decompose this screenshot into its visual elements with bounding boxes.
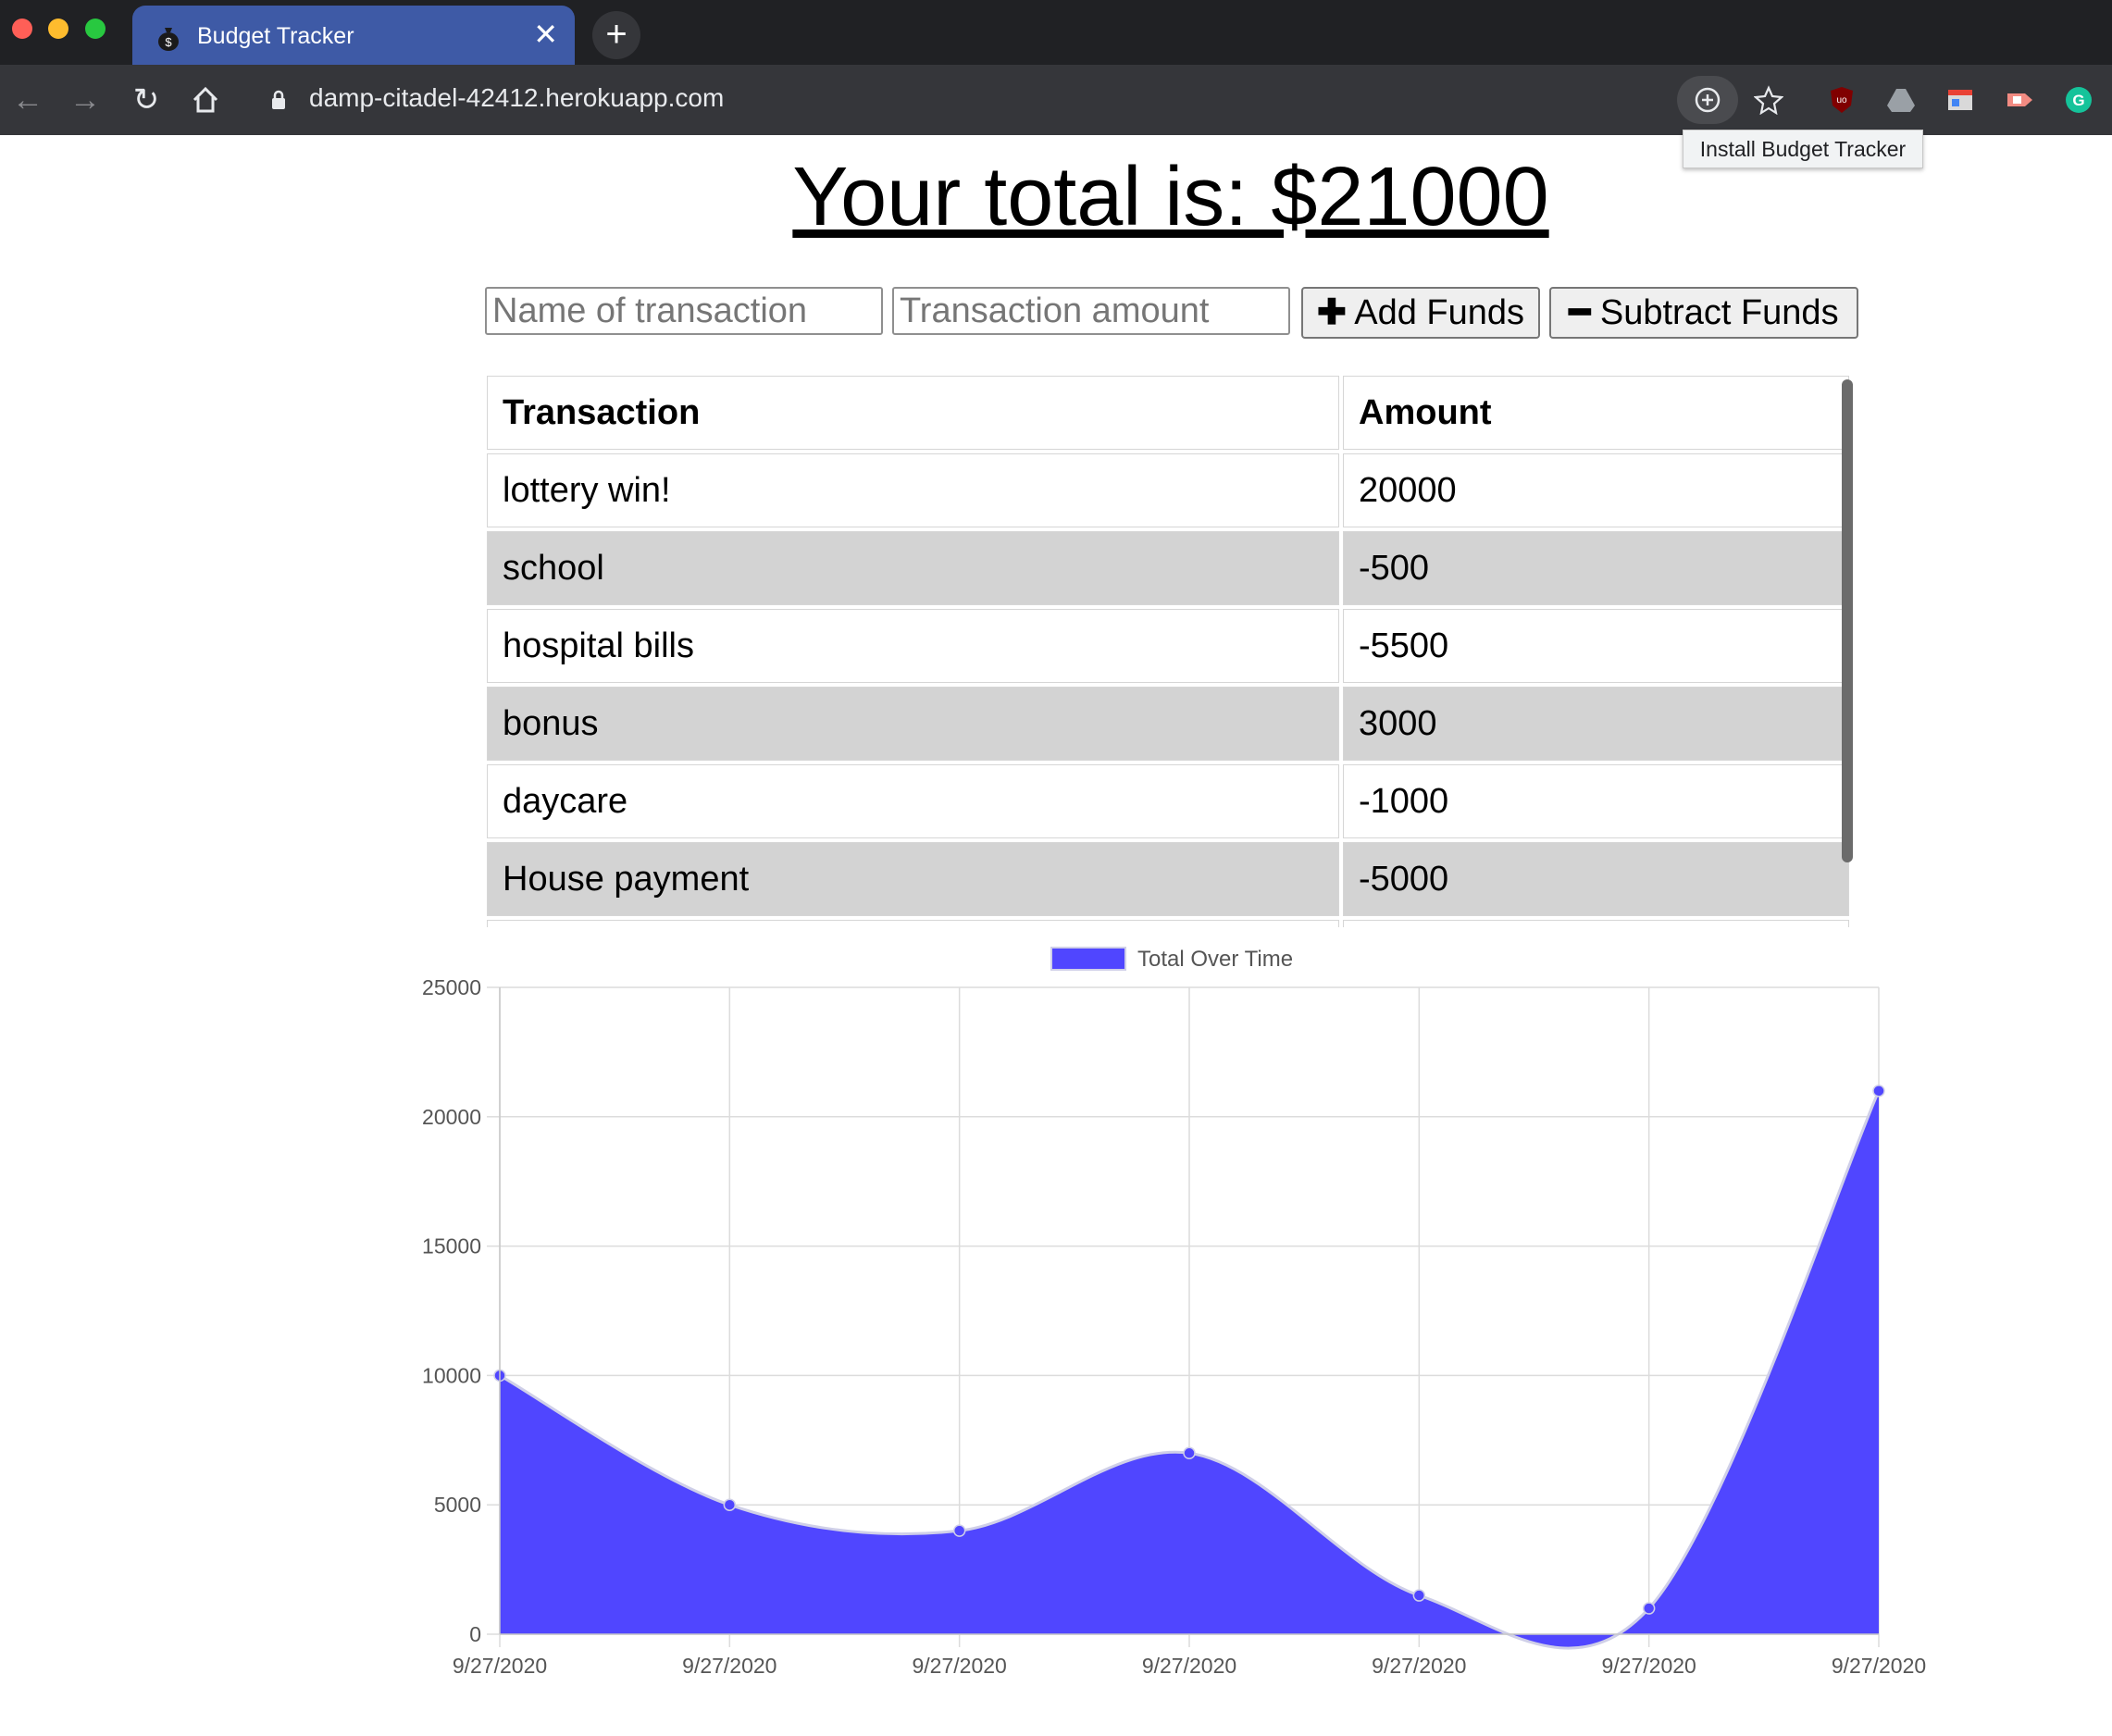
- table-row: lottery win! 20000: [487, 453, 1849, 527]
- plus-icon: ✚: [1316, 293, 1347, 332]
- x-tick-label: 9/27/2020: [1602, 1654, 1696, 1678]
- transaction-table: Transaction Amount lottery win! 20000 sc…: [487, 376, 1853, 927]
- table-scrollbar[interactable]: [1842, 379, 1853, 862]
- minus-icon: ━: [1569, 293, 1591, 332]
- transaction-table-container[interactable]: Transaction Amount lottery win! 20000 sc…: [487, 376, 1857, 927]
- x-tick-label: 9/27/2020: [1142, 1654, 1236, 1678]
- transaction-name-cell: House payment: [487, 842, 1339, 916]
- transaction-name-input[interactable]: [485, 287, 883, 335]
- x-tick-label: 9/27/2020: [913, 1654, 1007, 1678]
- lock-icon[interactable]: [270, 90, 287, 110]
- column-header-transaction: Transaction: [487, 376, 1339, 450]
- svg-text:$: $: [165, 35, 172, 49]
- data-point: [1872, 1085, 1885, 1097]
- table-row: hospital bills -5500: [487, 609, 1849, 683]
- tab-budget-tracker[interactable]: $ Budget Tracker ✕: [132, 6, 575, 65]
- money-bag-icon: $: [158, 28, 179, 51]
- y-tick-label: 5000: [434, 1493, 481, 1517]
- data-point: [1412, 1589, 1426, 1602]
- table-header-row: Transaction Amount: [487, 376, 1849, 450]
- transaction-name-cell: bonus: [487, 687, 1339, 761]
- add-funds-button[interactable]: ✚ Add Funds: [1301, 287, 1540, 339]
- transaction-amount-cell: 20000: [1343, 453, 1849, 527]
- tab-title: Budget Tracker: [197, 23, 354, 49]
- table-row: school -500: [487, 531, 1849, 605]
- transaction-name-cell: hospital bills: [487, 609, 1339, 683]
- data-point: [1642, 1602, 1656, 1615]
- install-plus-icon: [1695, 87, 1721, 113]
- legend-swatch: [1050, 947, 1126, 971]
- transaction-amount-cell: -5000: [1343, 842, 1849, 916]
- close-tab-icon[interactable]: ✕: [533, 18, 558, 51]
- y-tick-label: 0: [469, 1622, 481, 1646]
- home-icon[interactable]: [187, 81, 224, 118]
- data-point: [723, 1498, 737, 1511]
- x-tick-label: 9/27/2020: [1832, 1654, 1926, 1678]
- data-point: [952, 1524, 966, 1537]
- svg-text:G: G: [2072, 92, 2084, 109]
- subtract-funds-label: Subtract Funds: [1599, 293, 1839, 332]
- transaction-amount-cell: -5500: [1343, 609, 1849, 683]
- svg-text:uo: uo: [1836, 95, 1847, 105]
- y-tick-label: 10000: [422, 1363, 481, 1387]
- video-extension-icon[interactable]: [2005, 85, 2034, 115]
- x-tick-label: 9/27/2020: [682, 1654, 776, 1678]
- y-tick-label: 20000: [422, 1105, 481, 1129]
- transaction-amount-input[interactable]: [892, 287, 1290, 335]
- tab-bar: $ Budget Tracker ✕ +: [0, 0, 2112, 65]
- x-tick-label: 9/27/2020: [1372, 1654, 1466, 1678]
- ublock-icon[interactable]: uo: [1827, 85, 1857, 115]
- total-over-time-chart: 0 5000 10000 15000 20000 25000 9/27/2020 9/27/2…: [422, 947, 1926, 1678]
- transaction-name-cell: daycare: [487, 764, 1339, 838]
- total-heading: Your total is: $21000: [792, 151, 1549, 243]
- subtract-funds-button[interactable]: ━ Subtract Funds: [1549, 287, 1858, 339]
- google-drive-icon[interactable]: [1886, 85, 1916, 115]
- transaction-amount-cell: -1000: [1343, 764, 1849, 838]
- transaction-name-cell: school: [487, 531, 1339, 605]
- browser-toolbar: ← → ↻ damp-citadel-42412.herokuapp.com u…: [0, 65, 2112, 135]
- table-row: House payment -5000: [487, 842, 1849, 916]
- y-tick-label: 15000: [422, 1234, 481, 1259]
- bookmark-star-icon[interactable]: [1754, 85, 1783, 115]
- screenshot-extension-icon[interactable]: [1945, 85, 1975, 115]
- new-tab-button[interactable]: +: [592, 11, 640, 59]
- address-bar[interactable]: damp-citadel-42412.herokuapp.com: [309, 83, 724, 113]
- install-app-button[interactable]: [1677, 76, 1738, 124]
- table-row: daycare -1000: [487, 764, 1849, 838]
- transaction-name-cell: lottery win!: [487, 453, 1339, 527]
- forward-icon[interactable]: →: [67, 81, 104, 118]
- column-header-amount: Amount: [1343, 376, 1849, 450]
- minimize-window-button[interactable]: [48, 19, 68, 39]
- y-tick-label: 25000: [422, 975, 481, 999]
- grammarly-icon[interactable]: G: [2064, 85, 2093, 115]
- data-point: [1183, 1446, 1196, 1460]
- x-tick-label: 9/27/2020: [453, 1654, 547, 1678]
- legend-label: Total Over Time: [1137, 947, 1293, 972]
- table-row: bonus 3000: [487, 687, 1849, 761]
- reload-icon[interactable]: ↻: [128, 81, 165, 118]
- transaction-amount-cell: 3000: [1343, 687, 1849, 761]
- back-icon[interactable]: ←: [9, 81, 46, 118]
- maximize-window-button[interactable]: [85, 19, 106, 39]
- add-funds-label: Add Funds: [1354, 293, 1525, 332]
- close-window-button[interactable]: [12, 19, 32, 39]
- transaction-amount-cell: -500: [1343, 531, 1849, 605]
